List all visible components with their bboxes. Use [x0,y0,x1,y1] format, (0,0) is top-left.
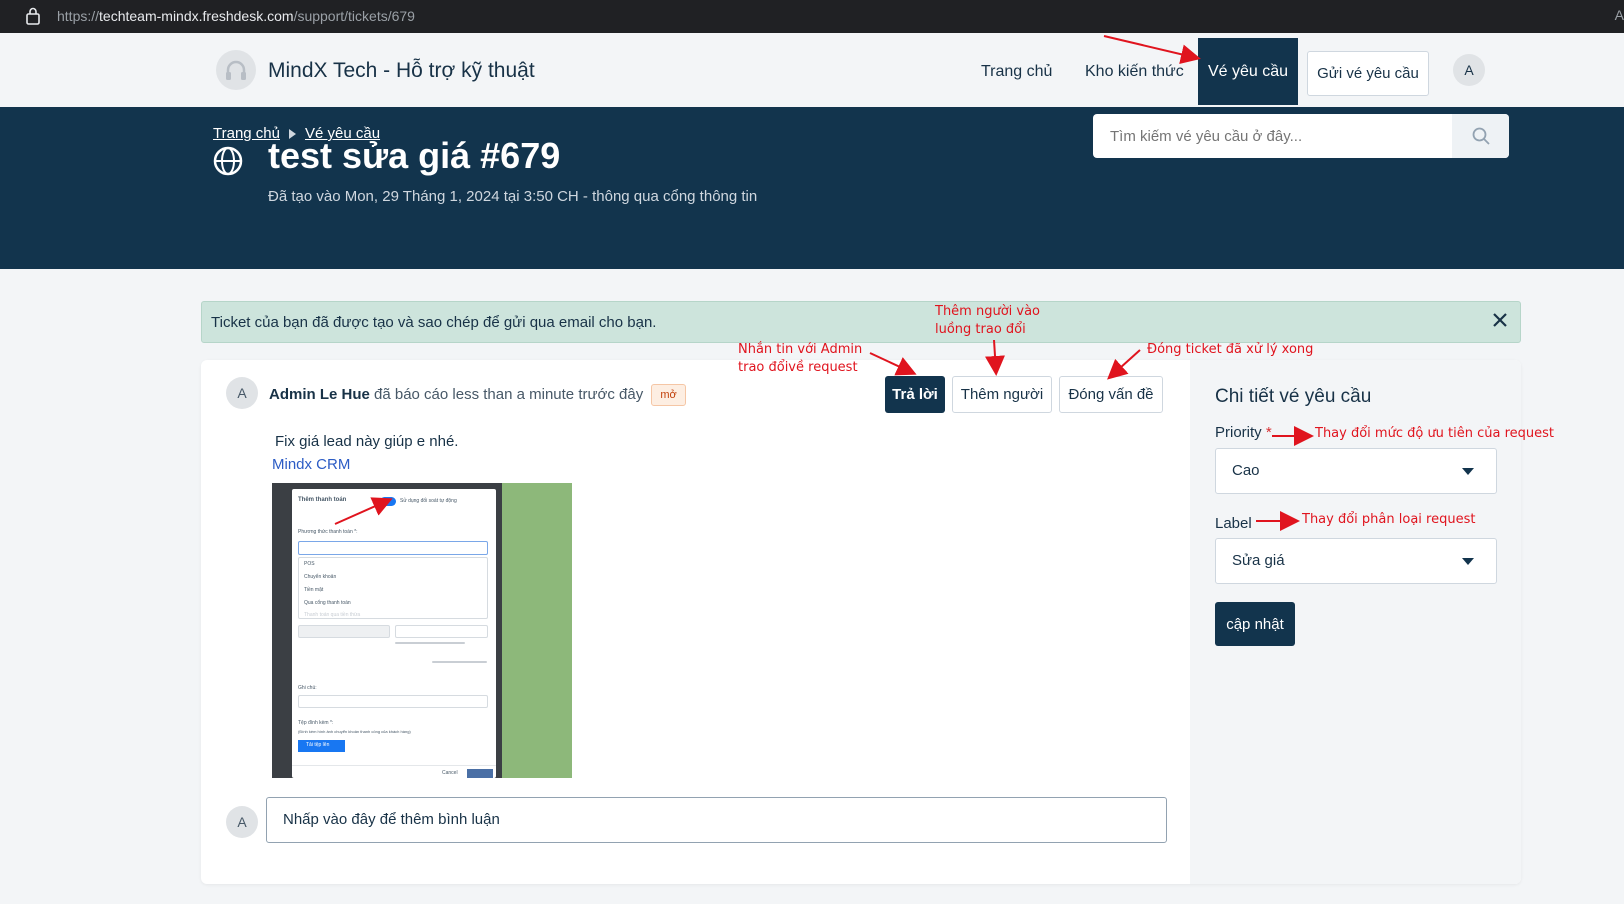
annotation-line: Nhắn tin với Admin [738,342,863,357]
comment-input[interactable]: Nhấp vào đây để thêm bình luận [266,797,1167,843]
ticket-search-input[interactable] [1093,114,1452,158]
attached-screenshot[interactable]: Thêm thanh toán Sử dụng đối soát tự động… [272,483,572,778]
reporter-line: Admin Le Hue đã báo cáo less than a minu… [269,384,686,406]
screenshot-modal: Thêm thanh toán Sử dụng đối soát tự động… [292,489,496,778]
annotation-close-ticket: Đóng ticket đã xử lý xong [1147,342,1314,357]
url-host: techteam-mindx.freshdesk.com [99,8,294,24]
priority-label: Priority * [1215,424,1272,441]
portal-brand-name[interactable]: MindX Tech - Hỗ trợ kỹ thuật [268,59,535,83]
browser-edge-letter: A [1614,7,1624,23]
label-label: Label [1215,515,1252,532]
required-mark: * [1265,424,1272,441]
screenshot-cancel-label: Cancel [442,770,458,776]
toggle-icon [380,497,396,506]
reporter-action: đã báo cáo less than a minute trước đây [369,385,644,403]
priority-select[interactable]: Cao [1215,448,1497,494]
close-ticket-button[interactable]: Đóng vấn đề [1059,376,1163,413]
screenshot-note-field [298,695,488,708]
screenshot-attach-label: Tệp đính kèm *: [298,720,334,726]
screenshot-upload-label: Tải tệp lên [306,742,330,748]
screenshot-hint-line [432,661,487,663]
annotation-change-priority: Thay đổi mức độ ưu tiên của request [1315,426,1555,441]
breadcrumb-home[interactable]: Trang chủ [213,125,280,142]
reporter-name: Admin Le Hue [269,385,370,403]
portal-header: MindX Tech - Hỗ trợ kỹ thuật Trang chủ K… [0,33,1624,107]
annotation-add-person: Thêm người vào luồng trao đổi [935,303,1040,339]
breadcrumb-tickets[interactable]: Vé yêu cầu [305,125,380,142]
chevron-down-icon [1462,468,1474,475]
alert-message: Ticket của bạn đã được tạo và sao chép đ… [211,314,657,331]
annotation-message-admin: Nhắn tin với Admin trao đổivề request [738,341,862,377]
annotation-line: luồng trao đổi [935,322,1026,337]
status-badge: mở [651,384,686,406]
crm-link[interactable]: Mindx CRM [272,456,350,473]
details-title: Chi tiết vé yêu cầu [1215,386,1372,407]
breadcrumb: Trang chủ Vé yêu cầu [213,125,380,142]
screenshot-value-field [395,625,488,638]
screenshot-save-button [467,769,493,778]
priority-value: Cao [1232,462,1260,479]
ticket-created-meta: Đã tạo vào Mon, 29 Tháng 1, 2024 tại 3:5… [268,188,758,205]
search-icon [1472,127,1490,145]
nav-tickets[interactable]: Vé yêu cầu [1198,38,1298,105]
search-button[interactable] [1452,114,1509,158]
screenshot-options-list [298,557,488,619]
screenshot-option: POS [304,561,315,567]
comment-avatar: A [226,806,258,838]
submit-ticket-button[interactable]: Gửi vé yêu cầu [1307,51,1429,96]
screenshot-method-label: Phương thức thanh toán *: [298,529,358,535]
ticket-banner: test sửa giá #679 Trang chủ Vé yêu cầu Đã… [0,107,1624,269]
screenshot-option: Qua cổng thanh toán [304,600,351,606]
add-people-button[interactable]: Thêm người [952,376,1052,413]
close-icon[interactable] [1492,312,1508,328]
user-avatar[interactable]: A [1453,54,1485,86]
nav-home[interactable]: Trang chủ [981,63,1052,81]
screenshot-modal-title: Thêm thanh toán [298,497,347,503]
annotation-change-label: Thay đổi phân loại request [1302,512,1476,527]
priority-label-text: Priority [1215,424,1262,441]
screenshot-note-label: Ghi chú: [298,685,317,691]
screenshot-footer-divider [292,765,496,766]
headset-logo-icon[interactable] [216,50,256,90]
url-text[interactable]: https://techteam-mindx.freshdesk.com/sup… [57,8,415,24]
breadcrumb-separator-icon [288,128,296,139]
screenshot-option: Thanh toán qua tiền thừa [304,612,361,618]
ticket-search [1093,114,1509,158]
screenshot-attach-hint: (Đính kèm hình ảnh chuyển khoản thanh cô… [298,729,411,734]
update-button[interactable]: cập nhật [1215,602,1295,646]
screenshot-toggle-label: Sử dụng đối soát tự động [400,498,457,504]
label-value: Sửa giá [1232,552,1285,569]
screenshot-hint-line [395,642,465,644]
globe-icon [212,145,244,177]
screenshot-amount-field [298,625,390,638]
url-prefix: https:// [57,8,100,24]
url-path: /support/tickets/679 [293,8,415,24]
chevron-down-icon [1462,558,1474,565]
reporter-avatar: A [226,377,258,409]
annotation-line: Thêm người vào [935,304,1041,319]
annotation-line: trao đổivề request [738,360,858,375]
lock-icon [26,7,40,25]
reply-button[interactable]: Trả lời [885,376,945,413]
nav-knowledge-base[interactable]: Kho kiến thức [1085,63,1184,81]
message-body: Fix giá lead này giúp e nhé. [275,433,459,450]
browser-url-bar[interactable]: https://techteam-mindx.freshdesk.com/sup… [0,0,1624,33]
screenshot-method-select [298,541,488,555]
label-select[interactable]: Sửa giá [1215,538,1497,584]
success-alert: Ticket của bạn đã được tạo và sao chép đ… [201,301,1521,343]
screenshot-option: Tiền mặt [304,587,324,593]
screenshot-option: Chuyển khoản [304,574,337,580]
